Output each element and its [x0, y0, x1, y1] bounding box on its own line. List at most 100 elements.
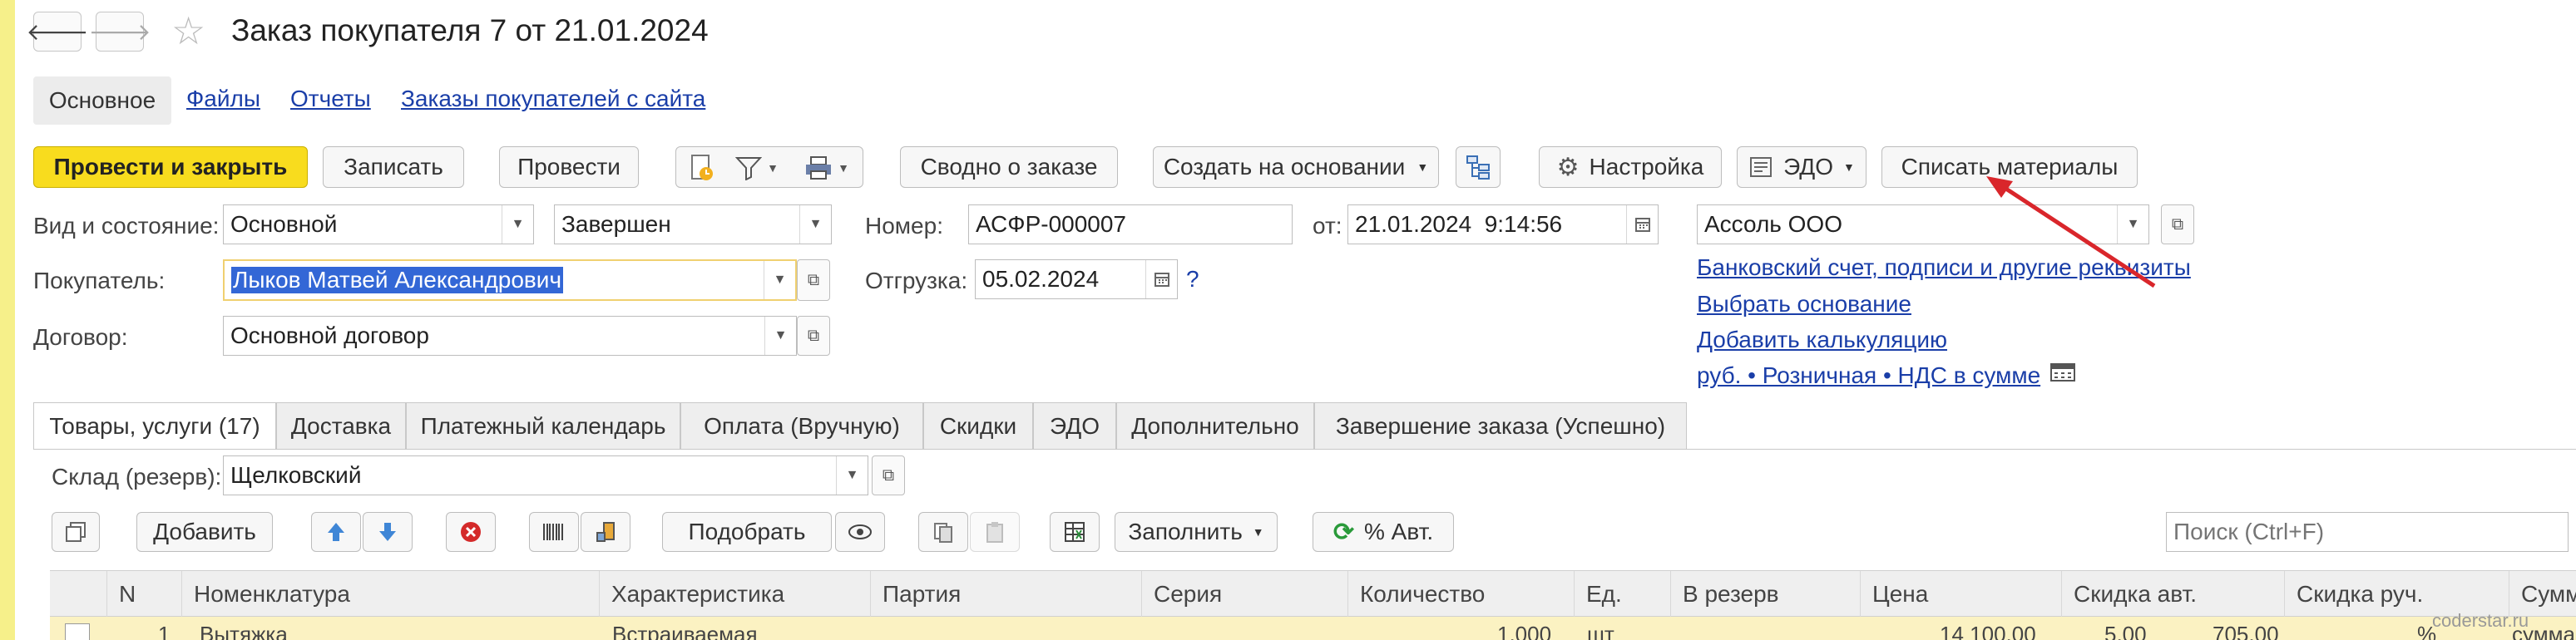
auto-discount-button[interactable]: ⟳ % Авт. [1313, 512, 1454, 552]
add-row-button[interactable]: Добавить [136, 512, 273, 552]
tab-payment-calendar[interactable]: Платежный календарь [406, 402, 680, 449]
shipment-date-value: 05.02.2024 [982, 266, 1100, 292]
column-header-unit[interactable]: Ед. [1574, 571, 1670, 618]
chevron-down-icon[interactable]: ▼ [502, 205, 533, 244]
view-button[interactable] [835, 512, 885, 552]
date-from-label: от: [1313, 213, 1342, 239]
column-header-quantity[interactable]: Количество [1347, 571, 1574, 618]
eye-icon [848, 524, 872, 539]
document-window: 🡐 🡒 ☆ Заказ покупателя 7 от 21.01.2024 О… [0, 0, 2576, 640]
open-contract-icon[interactable]: ⧉ [797, 316, 830, 356]
data-collection-terminal-icon [596, 522, 615, 542]
state-value: Завершен [561, 211, 671, 237]
chevron-down-icon: ▼ [1843, 160, 1855, 174]
cell-number: 1 [158, 622, 171, 640]
edo-dropdown[interactable]: ЭДО ▼ [1737, 146, 1866, 188]
choose-basis-link[interactable]: Выбрать основание [1697, 291, 1911, 318]
kind-field[interactable]: Основной ▼ [223, 204, 534, 244]
tab-order-completion[interactable]: Завершение заказа (Успешно) [1314, 402, 1687, 449]
create-based-label: Создать на основании [1163, 154, 1406, 180]
post-button[interactable]: Провести [499, 146, 639, 188]
open-buyer-icon[interactable]: ⧉ [797, 259, 830, 301]
buyer-field[interactable]: Лыков Матвей Александрович ▼ [223, 259, 797, 301]
warehouse-field[interactable]: Щелковский ▼ [223, 455, 868, 495]
print-dropdown[interactable]: ▼ [798, 152, 856, 184]
settings-button[interactable]: ⚙ Настройка [1539, 146, 1722, 188]
create-based-on-dropdown[interactable]: Создать на основании ▼ [1153, 146, 1439, 188]
tab-edo[interactable]: ЭДО [1033, 402, 1116, 449]
tab-payment[interactable]: Оплата (Вручную) [680, 402, 923, 449]
forward-button[interactable]: 🡒 [88, 12, 151, 52]
column-header-checkbox [50, 571, 106, 618]
column-header-batch[interactable]: Партия [870, 571, 1141, 618]
delete-row-button[interactable] [446, 512, 496, 552]
cell-quantity: 1,000 [1497, 622, 1552, 640]
tab-additional[interactable]: Дополнительно [1116, 402, 1314, 449]
state-field[interactable]: Завершен ▼ [554, 204, 832, 244]
column-header-series[interactable]: Серия [1141, 571, 1347, 618]
delete-icon [461, 522, 481, 542]
table-row[interactable]: 1 Вытяжка Встраиваемая 1,000 шт 14 100,0… [50, 617, 2576, 640]
document-status-icon[interactable] [683, 152, 721, 184]
cell-auto-discount-sum: 705,00 [2213, 622, 2279, 640]
price-type-link[interactable]: руб. • Розничная • НДС в сумме [1697, 362, 2040, 389]
search-input[interactable] [2166, 512, 2569, 552]
move-up-button[interactable] [311, 512, 361, 552]
help-icon[interactable]: ? [1186, 266, 1199, 293]
tab-delivery[interactable]: Доставка [276, 402, 406, 449]
cell-auto-discount-pct: 5,00 [2104, 622, 2147, 640]
auto-discount-label: % Авт. [1364, 519, 1434, 544]
tab-reports[interactable]: Отчеты [290, 86, 371, 112]
page-title: Заказ покупателя 7 от 21.01.2024 [231, 13, 709, 47]
chevron-down-icon[interactable]: ▼ [836, 456, 868, 495]
shipment-date-field[interactable]: 05.02.2024 [975, 259, 1178, 299]
cell-price: 14 100,00 [1940, 622, 2036, 640]
scanner-button[interactable] [581, 512, 630, 552]
paste-button[interactable] [970, 512, 1020, 552]
copy-rows-button[interactable] [52, 512, 100, 552]
tab-main[interactable]: Основное [33, 76, 171, 125]
pick-items-button[interactable]: Подобрать [662, 512, 832, 552]
buyer-label: Покупатель: [33, 268, 166, 293]
chevron-down-icon: ▼ [1417, 160, 1429, 174]
excel-button[interactable] [1050, 512, 1100, 552]
chevron-down-icon[interactable]: ▼ [764, 261, 795, 299]
paste-icon [986, 522, 1003, 543]
tab-site-orders[interactable]: Заказы покупателей с сайта [401, 86, 705, 112]
tab-files[interactable]: Файлы [186, 86, 260, 112]
kind-state-label: Вид и состояние: [33, 213, 220, 239]
calculator-icon[interactable] [2049, 361, 2076, 390]
post-and-close-button[interactable]: Провести и закрыть [33, 146, 308, 188]
column-header-reserve[interactable]: В резерв [1670, 571, 1860, 618]
column-header-nomenclature[interactable]: Номенклатура [181, 571, 599, 618]
shipment-label: Отгрузка: [865, 268, 968, 293]
add-calculation-link[interactable]: Добавить калькуляцию [1697, 327, 1947, 353]
tab-discounts[interactable]: Скидки [923, 402, 1033, 449]
save-button[interactable]: Записать [323, 146, 464, 188]
open-warehouse-icon[interactable]: ⧉ [872, 455, 905, 495]
chevron-down-icon[interactable]: ▼ [799, 205, 831, 244]
tab-goods[interactable]: Товары, услуги (17) [33, 402, 276, 450]
edo-icon [1750, 157, 1773, 177]
filter-dropdown[interactable]: ▼ [728, 152, 786, 184]
calendar-icon[interactable] [1145, 260, 1177, 298]
column-header-price[interactable]: Цена [1860, 571, 2061, 618]
open-organization-icon[interactable]: ⧉ [2161, 204, 2194, 244]
copy-to-clipboard-button[interactable] [918, 512, 968, 552]
move-down-button[interactable] [363, 512, 413, 552]
column-header-auto-discount[interactable]: Скидка авт. [2061, 571, 2284, 618]
number-field[interactable]: АСФР-000007 [968, 204, 1293, 244]
date-field[interactable]: 21.01.2024 9:14:56 [1347, 204, 1659, 244]
order-summary-button[interactable]: Сводно о заказе [900, 146, 1118, 188]
column-header-characteristic[interactable]: Характеристика [599, 571, 870, 618]
favorite-star-icon[interactable]: ☆ [171, 8, 205, 53]
chevron-down-icon[interactable]: ▼ [764, 317, 796, 355]
barcode-button[interactable] [529, 512, 579, 552]
calendar-icon[interactable] [1626, 205, 1658, 244]
row-checkbox[interactable] [65, 623, 90, 640]
back-button[interactable]: 🡐 [26, 12, 89, 52]
fill-dropdown[interactable]: Заполнить ▼ [1115, 512, 1278, 552]
date-value: 21.01.2024 9:14:56 [1355, 211, 1563, 237]
contract-field[interactable]: Основной договор ▼ [223, 316, 797, 356]
structure-button[interactable] [1456, 146, 1501, 188]
